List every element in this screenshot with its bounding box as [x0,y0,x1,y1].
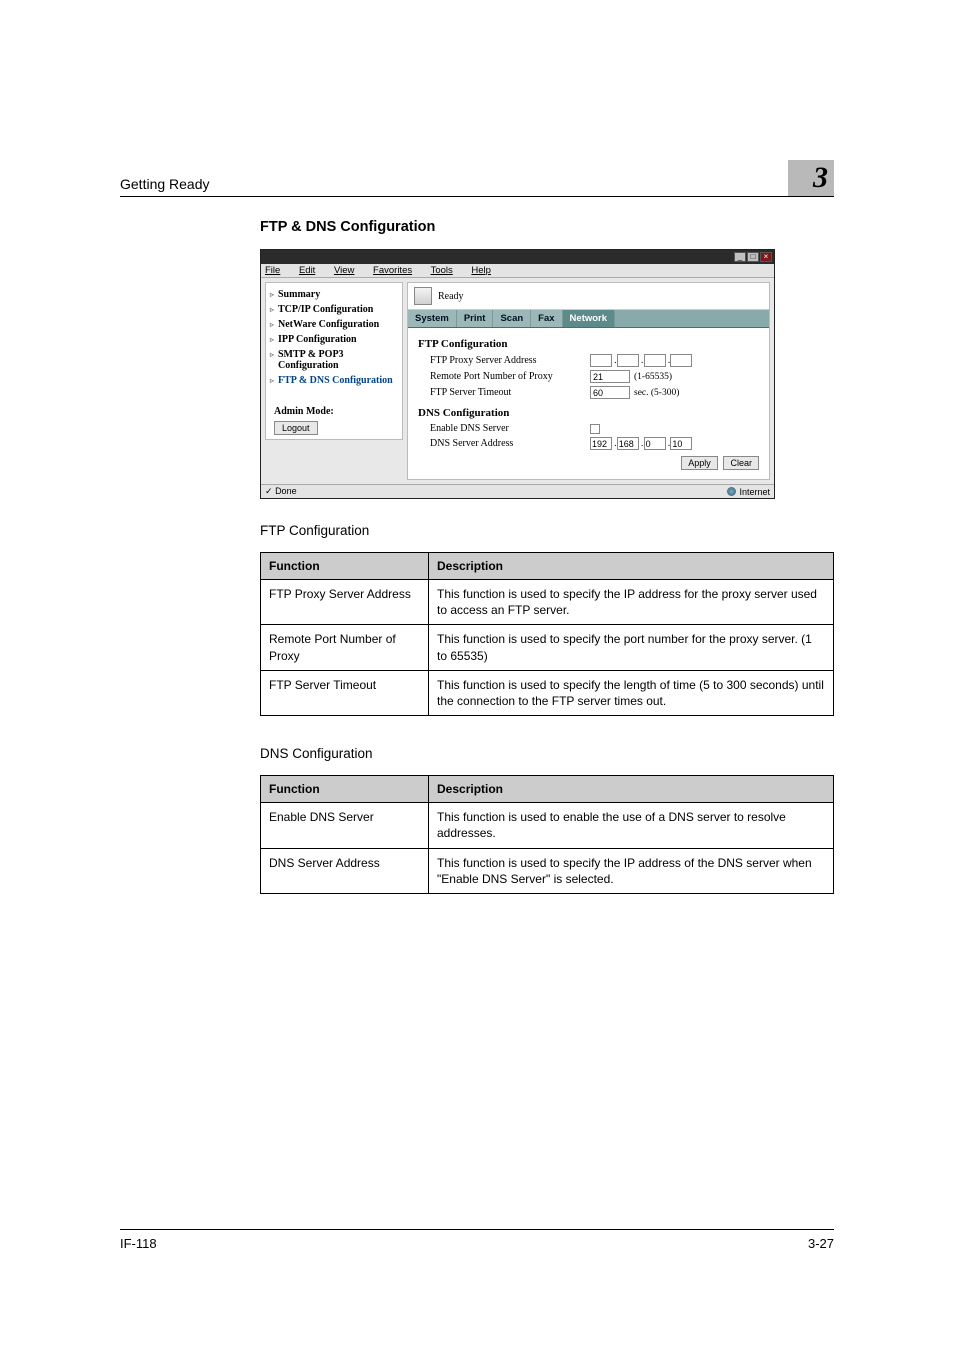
dns-ip-4[interactable] [670,437,692,450]
dns-config-table: Function Description Enable DNS Server T… [260,775,834,894]
menu-favorites[interactable]: Favorites [373,265,420,276]
chapter-number: 3 [788,161,828,195]
ftp-row1-desc: This function is used to specify the por… [429,625,834,670]
sidebar-nav: Summary TCP/IP Configuration NetWare Con… [265,282,403,440]
ftp-row2-desc: This function is used to specify the len… [429,670,834,715]
dns-row1-func: DNS Server Address [261,848,429,893]
section-title: FTP & DNS Configuration [260,219,834,235]
menu-view[interactable]: View [334,265,362,276]
table-row: Enable DNS Server This function is used … [261,803,834,848]
dns-row1-desc: This function is used to specify the IP … [429,848,834,893]
dns-ip-1[interactable] [590,437,612,450]
statusbar-left: ✓ Done [265,486,297,497]
tab-print[interactable]: Print [457,310,494,327]
ftp-config-table: Function Description FTP Proxy Server Ad… [260,552,834,716]
menu-help[interactable]: Help [471,265,499,276]
admin-mode-label: Admin Mode: [270,406,398,417]
dns-ip-2[interactable] [617,437,639,450]
logout-button[interactable]: Logout [274,421,318,435]
breadcrumb: Getting Ready [120,176,778,192]
table-row: DNS Server Address This function is used… [261,848,834,893]
ftp-th-description: Description [429,553,834,580]
sidebar-item-netware[interactable]: NetWare Configuration [270,317,398,332]
browser-statusbar: ✓ Done Internet [261,484,774,498]
ftp-config-heading: FTP Configuration [418,338,759,350]
status-row: Ready [408,283,769,310]
maximize-icon[interactable]: □ [747,252,759,262]
tab-scan[interactable]: Scan [493,310,531,327]
ftp-timeout-hint: sec. (5-300) [634,388,679,398]
sidebar-item-summary[interactable]: Summary [270,287,398,302]
embedded-screenshot: _ □ × File Edit View Favorites Tools Hel… [260,249,775,499]
sidebar-item-ftp-dns[interactable]: FTP & DNS Configuration [270,373,398,388]
menu-tools[interactable]: Tools [431,265,461,276]
menu-edit[interactable]: Edit [299,265,323,276]
printer-icon [414,287,432,305]
table-row: FTP Proxy Server Address This function i… [261,580,834,625]
dns-row0-desc: This function is used to enable the use … [429,803,834,848]
ftp-th-function: Function [261,553,429,580]
ftp-proxy-ip-4[interactable] [670,354,692,367]
ftp-timeout-label: FTP Server Timeout [430,387,590,398]
remote-port-input[interactable] [590,370,630,383]
ftp-row0-desc: This function is used to specify the IP … [429,580,834,625]
tab-bar: System Print Scan Fax Network [408,310,769,328]
ftp-proxy-addr-label: FTP Proxy Server Address [430,355,590,366]
ftp-row2-func: FTP Server Timeout [261,670,429,715]
dns-subheading: DNS Configuration [260,746,834,761]
ftp-proxy-ip-2[interactable] [617,354,639,367]
browser-menubar: File Edit View Favorites Tools Help [261,264,774,278]
internet-zone-icon [727,487,736,496]
dns-th-description: Description [429,776,834,803]
dns-addr-label: DNS Server Address [430,438,590,449]
clear-button[interactable]: Clear [723,456,759,470]
tab-fax[interactable]: Fax [531,310,562,327]
dns-th-function: Function [261,776,429,803]
statusbar-right: Internet [739,487,770,497]
page-footer: IF-118 3-27 [120,1229,834,1251]
apply-button[interactable]: Apply [681,456,718,470]
dns-config-heading: DNS Configuration [418,407,759,419]
remote-port-label: Remote Port Number of Proxy [430,371,590,382]
chapter-box: 3 [788,160,834,196]
remote-port-hint: (1-65535) [634,372,672,382]
tab-network[interactable]: Network [563,310,615,327]
close-icon[interactable]: × [760,252,772,262]
table-row: Remote Port Number of Proxy This functio… [261,625,834,670]
sidebar-item-ipp[interactable]: IPP Configuration [270,332,398,347]
enable-dns-checkbox[interactable] [590,424,600,434]
tab-system[interactable]: System [408,310,457,327]
footer-left: IF-118 [120,1236,157,1251]
dns-ip-3[interactable] [644,437,666,450]
enable-dns-label: Enable DNS Server [430,423,590,434]
ftp-row1-func: Remote Port Number of Proxy [261,625,429,670]
sidebar-item-tcpip[interactable]: TCP/IP Configuration [270,302,398,317]
table-row: FTP Server Timeout This function is used… [261,670,834,715]
ftp-proxy-ip-1[interactable] [590,354,612,367]
page-header: Getting Ready 3 [120,160,834,197]
done-icon: ✓ [265,486,273,496]
footer-right: 3-27 [808,1236,834,1251]
dns-row0-func: Enable DNS Server [261,803,429,848]
ftp-row0-func: FTP Proxy Server Address [261,580,429,625]
minimize-icon[interactable]: _ [734,252,746,262]
ftp-proxy-ip-3[interactable] [644,354,666,367]
sidebar-item-smtp-pop3[interactable]: SMTP & POP3 Configuration [270,347,398,373]
ftp-subheading: FTP Configuration [260,523,834,538]
ftp-timeout-input[interactable] [590,386,630,399]
menu-file[interactable]: File [265,265,288,276]
window-titlebar: _ □ × [261,250,774,264]
status-text: Ready [438,291,464,302]
